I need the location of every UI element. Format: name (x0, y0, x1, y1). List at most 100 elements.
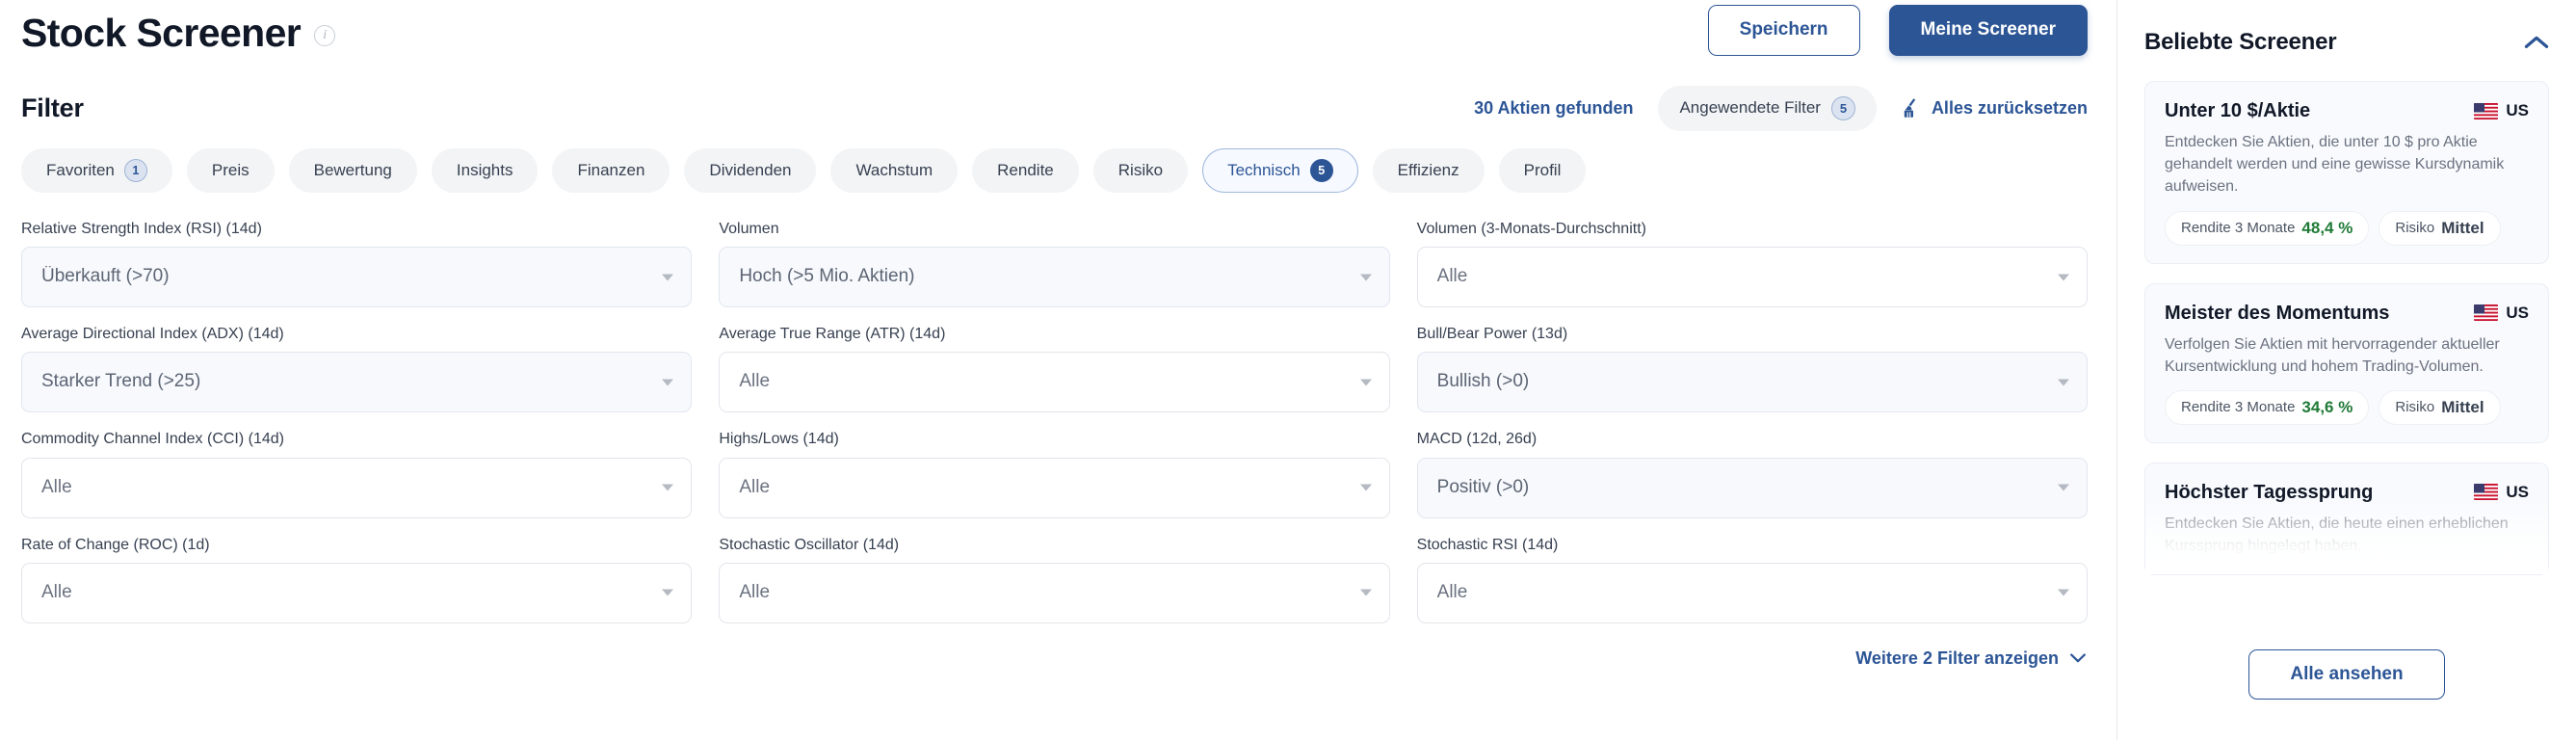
volumen-select[interactable]: Hoch (>5 Mio. Aktien) (719, 247, 1390, 308)
card-title: Unter 10 $/Aktie (2165, 100, 2311, 121)
us-flag-icon (2474, 102, 2499, 119)
chevron-down-icon (2057, 484, 2069, 491)
more-filters-row: Weitere 2 Filter anzeigen (21, 648, 2088, 669)
chevron-down-icon (662, 589, 674, 596)
select-value: Starker Trend (>25) (41, 371, 201, 392)
tab-label: Risiko (1117, 160, 1164, 179)
tab-risiko[interactable]: Risiko (1092, 148, 1189, 193)
tab-finanzen[interactable]: Finanzen (552, 148, 670, 193)
main-content: Speichern Meine Screener Stock Screener … (0, 0, 2116, 740)
pill-risiko: Risiko Mittel (2379, 210, 2501, 246)
page-title: Stock Screener (21, 10, 302, 55)
chevron-down-icon (2057, 379, 2069, 386)
select-value: Alle (1436, 581, 1468, 602)
field-label: Rate of Change (ROC) (1d) (21, 536, 210, 553)
pill-risiko: Risiko Mittel (2379, 389, 2501, 425)
filter-field-stochastic-rsi: Stochastic RSI (14d) Alle (1416, 536, 2088, 623)
pill-value: Mittel (2441, 397, 2484, 416)
select-value: Alle (41, 581, 72, 602)
view-all-button[interactable]: Alle ansehen (2248, 649, 2445, 700)
tab-label: Favoriten (46, 160, 115, 179)
stochastic-oscillator-select[interactable]: Alle (719, 562, 1390, 623)
us-flag-icon (2474, 484, 2499, 501)
chevron-down-icon (662, 484, 674, 491)
tab-rendite[interactable]: Rendite (972, 148, 1079, 193)
tab-profil[interactable]: Profil (1498, 148, 1587, 193)
save-button[interactable]: Speichern (1707, 5, 1860, 56)
card-header: Meister des Momentums US (2165, 302, 2529, 326)
my-screener-button[interactable]: Meine Screener (1888, 5, 2088, 56)
card-title: Meister des Momentums (2165, 302, 2390, 324)
info-icon[interactable]: i (314, 25, 336, 46)
tab-label: Profil (1523, 160, 1562, 179)
tab-label: Finanzen (577, 160, 645, 179)
screener-card[interactable]: Meister des Momentums US Verfolgen Sie A… (2144, 282, 2549, 443)
screener-card[interactable]: Höchster Tagessprung US Entdecken Sie Ak… (2144, 462, 2549, 576)
field-label: Volumen (719, 221, 779, 237)
tab-label: Technisch (1227, 160, 1301, 179)
card-region: US (2474, 99, 2529, 120)
chevron-down-icon (2057, 589, 2069, 596)
chevron-down-icon (1359, 274, 1372, 281)
card-description: Entdecken Sie Aktien, die unter 10 $ pro… (2165, 134, 2505, 196)
pill-label: Risiko (2395, 220, 2435, 237)
show-more-filters-button[interactable]: Weitere 2 Filter anzeigen (1855, 648, 2086, 669)
filter-field-volumen: Volumen Hoch (>5 Mio. Aktien) (719, 220, 1390, 308)
chevron-up-icon[interactable] (2524, 35, 2549, 50)
chevron-down-icon (662, 274, 674, 281)
sidebar-title: Beliebte Screener (2144, 29, 2337, 55)
filter-field-macd: MACD (12d, 26d) Positiv (>0) (1416, 430, 2088, 518)
card-region-code: US (2506, 101, 2529, 119)
filter-field-highs-lows: Highs/Lows (14d) Alle (719, 430, 1390, 518)
tab-dividenden[interactable]: Dividenden (684, 148, 817, 193)
filter-field-bull-bear-power: Bull/Bear Power (13d) Bullish (>0) (1416, 325, 2088, 413)
select-value: Hoch (>5 Mio. Aktien) (739, 266, 915, 287)
filter-field-adx: Average Directional Index (ADX) (14d) St… (21, 325, 693, 413)
pill-label: Rendite 3 Monate (2181, 399, 2296, 416)
tab-label: Preis (211, 160, 250, 179)
chevron-down-icon (662, 379, 674, 386)
tab-label: Dividenden (709, 160, 792, 179)
filter-field-rsi: Relative Strength Index (RSI) (14d) Über… (21, 220, 693, 308)
card-region-code: US (2506, 303, 2529, 322)
select-value: Alle (739, 581, 771, 602)
filter-field-volumen-3m: Volumen (3-Monats-Durchschnitt) Alle (1416, 220, 2088, 308)
atr-select[interactable]: Alle (719, 352, 1390, 413)
header-actions: Speichern Meine Screener (1707, 5, 2088, 56)
field-label: Highs/Lows (14d) (719, 431, 839, 448)
roc-select[interactable]: Alle (21, 562, 693, 623)
filter-field-stochastic-oscillator: Stochastic Oscillator (14d) Alle (719, 536, 1390, 623)
field-label: Volumen (3-Monats-Durchschnitt) (1416, 221, 1646, 237)
tab-preis[interactable]: Preis (186, 148, 275, 193)
macd-select[interactable]: Positiv (>0) (1416, 457, 2088, 518)
rsi-select[interactable]: Überkauft (>70) (21, 247, 693, 308)
field-label: Average True Range (ATR) (14d) (719, 326, 946, 343)
bull-bear-power-select[interactable]: Bullish (>0) (1416, 352, 2088, 413)
field-label: MACD (12d, 26d) (1416, 431, 1538, 448)
cci-select[interactable]: Alle (21, 457, 693, 518)
tab-label: Wachstum (855, 160, 933, 179)
us-flag-icon (2474, 304, 2499, 322)
tab-favoriten[interactable]: Favoriten 1 (21, 148, 172, 193)
card-description: Verfolgen Sie Aktien mit hervorragender … (2165, 335, 2500, 375)
tab-technisch[interactable]: Technisch 5 (1202, 148, 1358, 193)
select-value: Alle (739, 371, 771, 392)
volumen-3m-select[interactable]: Alle (1416, 247, 2088, 308)
tab-insights[interactable]: Insights (431, 148, 539, 193)
tab-effizienz[interactable]: Effizienz (1372, 148, 1485, 193)
select-value: Alle (739, 476, 771, 497)
highs-lows-select[interactable]: Alle (719, 457, 1390, 518)
tab-bewertung[interactable]: Bewertung (288, 148, 417, 193)
stochastic-rsi-select[interactable]: Alle (1416, 562, 2088, 623)
adx-select[interactable]: Starker Trend (>25) (21, 352, 693, 413)
filter-tabs: Favoriten 1 Preis Bewertung Insights Fin… (21, 148, 2088, 193)
applied-filters-chip[interactable]: Angewendete Filter 5 (1658, 85, 1877, 131)
screener-card[interactable]: Unter 10 $/Aktie US Entdecken Sie Aktien… (2144, 81, 2549, 264)
applied-filters-count: 5 (1830, 95, 1855, 120)
card-pills: Rendite 3 Monate 34,6 % Risiko Mittel (2165, 389, 2529, 425)
tab-wachstum[interactable]: Wachstum (830, 148, 959, 193)
filter-heading: Filter (21, 92, 84, 122)
pill-label: Rendite 3 Monate (2181, 220, 2296, 237)
popular-screeners-sidebar: Beliebte Screener Unter 10 $/Aktie US En… (2116, 0, 2576, 740)
reset-all-button[interactable]: Alles zurücksetzen (1902, 97, 2088, 119)
